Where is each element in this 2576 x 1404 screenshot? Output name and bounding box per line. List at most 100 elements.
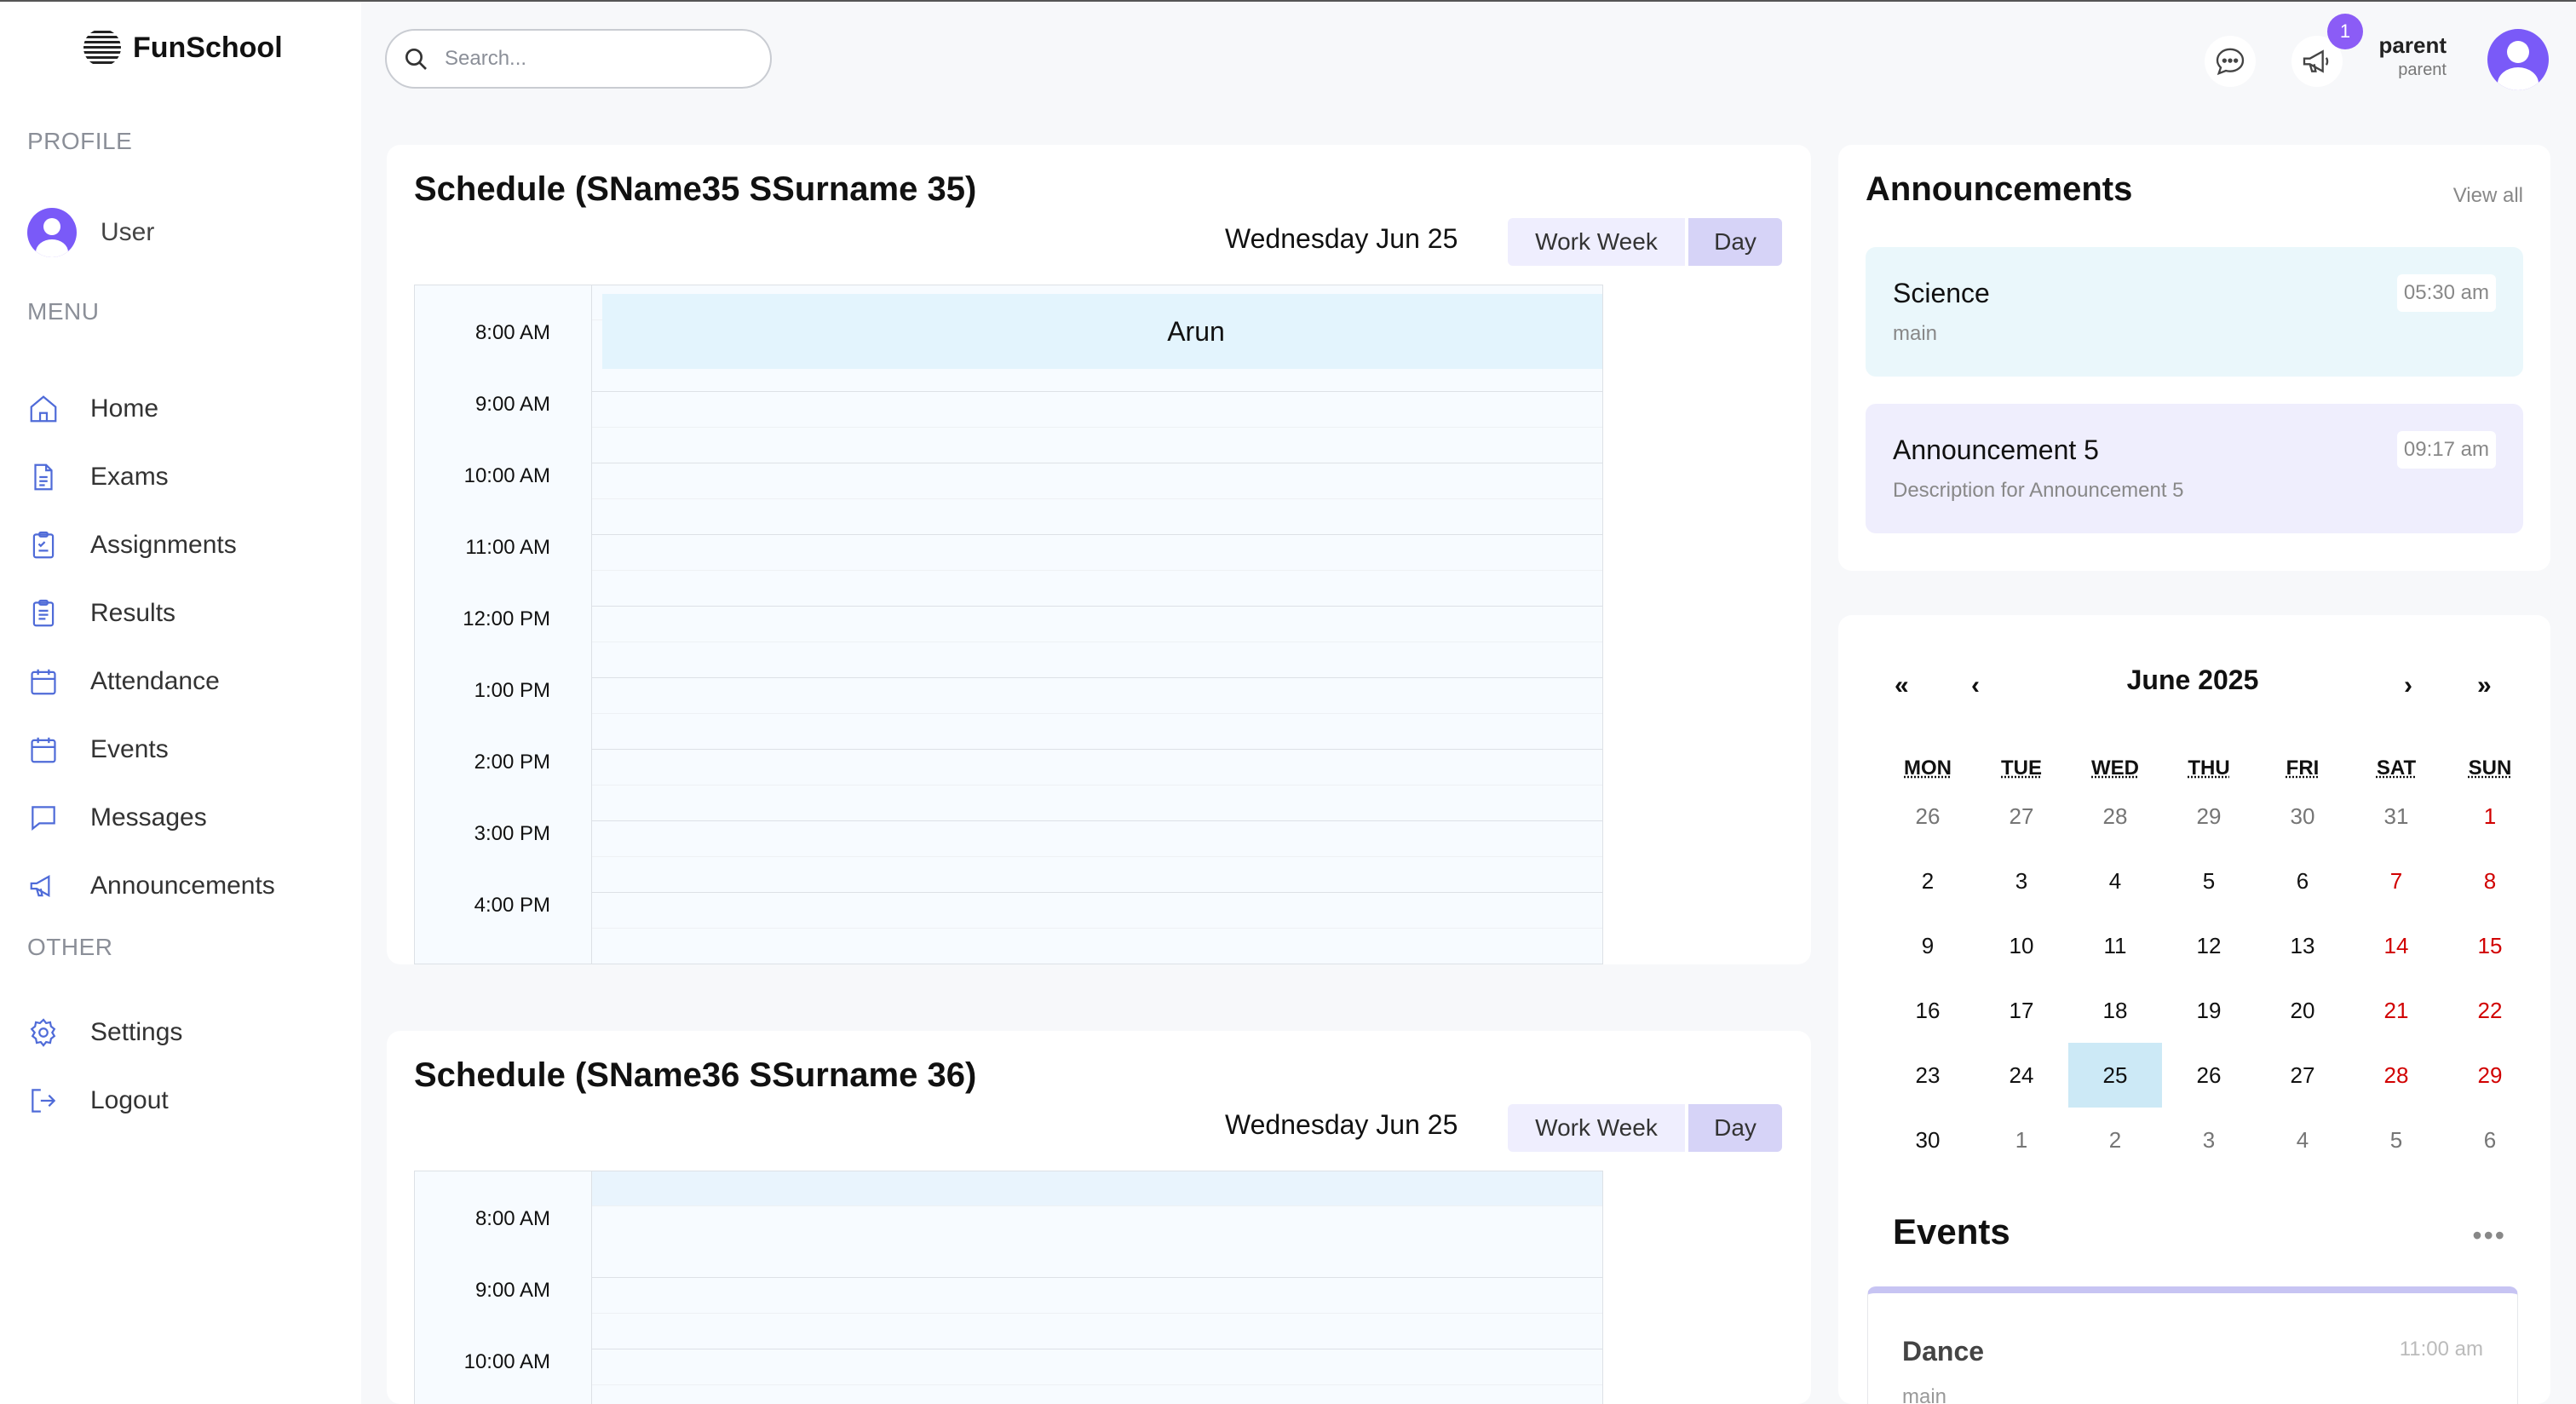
avatar: [27, 208, 77, 257]
calendar-day[interactable]: 22: [2443, 978, 2537, 1043]
calendar-day[interactable]: 24: [1975, 1043, 2068, 1108]
calendar-day[interactable]: 13: [2256, 913, 2349, 978]
calendar-day[interactable]: 23: [1881, 1043, 1975, 1108]
calendar-day[interactable]: 14: [2349, 913, 2443, 978]
day-column[interactable]: [592, 285, 1603, 964]
calendar-day[interactable]: 26: [1881, 784, 1975, 849]
sidebar: FunSchool PROFILE User MENU Home Exams A…: [0, 2, 361, 1404]
calendar-day[interactable]: 3: [1975, 849, 2068, 913]
calendar-day[interactable]: 19: [2162, 978, 2256, 1043]
sidebar-item-messages[interactable]: Messages: [27, 784, 275, 852]
calendar-day[interactable]: 4: [2256, 1108, 2349, 1172]
calendar-day[interactable]: 4: [2068, 849, 2162, 913]
calendar-day[interactable]: 27: [1975, 784, 2068, 849]
event-item[interactable]: Dance 11:00 am main: [1867, 1286, 2518, 1404]
event-description: main: [1902, 1385, 1946, 1404]
time-label: 10:00 AM: [464, 1350, 550, 1374]
sidebar-item-settings[interactable]: Settings: [27, 998, 182, 1067]
time-label: 1:00 PM: [474, 679, 550, 703]
schedule-title: Schedule (SName35 SSurname 35): [414, 170, 976, 209]
next-year-button[interactable]: »: [2477, 671, 2492, 700]
calendar-icon: [27, 665, 60, 698]
work-week-view-button[interactable]: Work Week: [1508, 218, 1685, 266]
schedule-event[interactable]: Arun: [602, 294, 1603, 369]
calendar-day[interactable]: 31: [2349, 784, 2443, 849]
sidebar-item-announcements[interactable]: Announcements: [27, 852, 275, 920]
calendar-day[interactable]: 12: [2162, 913, 2256, 978]
calendar-day[interactable]: 2: [1881, 849, 1975, 913]
calendar-day[interactable]: 3: [2162, 1108, 2256, 1172]
announcement-title: Science: [1893, 278, 1990, 309]
calendar-day[interactable]: 6: [2443, 1108, 2537, 1172]
view-all-link[interactable]: View all: [2453, 184, 2523, 208]
sidebar-item-assignments[interactable]: Assignments: [27, 511, 275, 579]
sidebar-item-logout[interactable]: Logout: [27, 1067, 182, 1135]
event-time: 11:00 am: [2400, 1338, 2483, 1361]
time-label: 2:00 PM: [474, 751, 550, 774]
calendar-day[interactable]: 30: [2256, 784, 2349, 849]
calendar-day[interactable]: 21: [2349, 978, 2443, 1043]
calendar-day[interactable]: 1: [1975, 1108, 2068, 1172]
sidebar-item-attendance[interactable]: Attendance: [27, 647, 275, 716]
view-switcher: Work Week Day: [1508, 218, 1782, 266]
logo[interactable]: FunSchool: [82, 27, 283, 68]
time-label: 4:00 PM: [474, 894, 550, 918]
calendar-day[interactable]: 29: [2162, 784, 2256, 849]
calendar-day[interactable]: 17: [1975, 978, 2068, 1043]
calendar-day[interactable]: 5: [2349, 1108, 2443, 1172]
calendar-day[interactable]: 7: [2349, 849, 2443, 913]
calendar-day[interactable]: 9: [1881, 913, 1975, 978]
calendar-day[interactable]: 1: [2443, 784, 2537, 849]
avatar[interactable]: [2487, 29, 2549, 90]
work-week-view-button[interactable]: Work Week: [1508, 1104, 1685, 1152]
calendar-day[interactable]: 2: [2068, 1108, 2162, 1172]
schedule-card: Schedule (SName36 SSurname 36) Wednesday…: [387, 1031, 1811, 1404]
calendar-day[interactable]: 28: [2349, 1043, 2443, 1108]
calendar-day[interactable]: 27: [2256, 1043, 2349, 1108]
app-name: FunSchool: [133, 32, 283, 65]
messages-button[interactable]: [2205, 36, 2256, 87]
schedule-grid: 8:00 AM 9:00 AM 10:00 AM: [414, 1171, 1603, 1404]
calendar-day[interactable]: 29: [2443, 1043, 2537, 1108]
sidebar-item-label: User: [101, 218, 154, 247]
schedule-grid: 8:00 AM 9:00 AM 10:00 AM 11:00 AM 12:00 …: [414, 285, 1603, 964]
sidebar-item-label: Settings: [90, 1018, 182, 1047]
calendar-day[interactable]: 6: [2256, 849, 2349, 913]
more-options-icon[interactable]: •••: [2472, 1220, 2506, 1252]
calendar-month-label[interactable]: June 2025: [1838, 665, 2547, 696]
day-column[interactable]: [592, 1171, 1603, 1404]
time-column: 8:00 AM 9:00 AM 10:00 AM: [415, 1171, 592, 1404]
time-label: 8:00 AM: [475, 1207, 550, 1231]
day-view-button[interactable]: Day: [1688, 1104, 1782, 1152]
announcement-description: Description for Announcement 5: [1893, 479, 2184, 503]
logout-icon: [27, 1085, 60, 1117]
sidebar-item-exams[interactable]: Exams: [27, 443, 275, 511]
window-top-border: [0, 0, 2576, 2]
search-input[interactable]: [445, 47, 751, 71]
calendar-day[interactable]: 15: [2443, 913, 2537, 978]
calendar-day[interactable]: 18: [2068, 978, 2162, 1043]
calendar-day[interactable]: 30: [1881, 1108, 1975, 1172]
calendar-day[interactable]: 28: [2068, 784, 2162, 849]
next-month-button[interactable]: ›: [2404, 671, 2412, 700]
weekday-header: MON: [1881, 757, 1975, 780]
user-role: parent: [2379, 60, 2447, 80]
calendar-day[interactable]: 11: [2068, 913, 2162, 978]
search-icon: [402, 45, 429, 72]
calendar-day[interactable]: 8: [2443, 849, 2537, 913]
calendar-day[interactable]: 16: [1881, 978, 1975, 1043]
calendar-day[interactable]: 25: [2068, 1043, 2162, 1108]
calendar-day[interactable]: 10: [1975, 913, 2068, 978]
calendar-day[interactable]: 26: [2162, 1043, 2256, 1108]
announcement-item[interactable]: Announcement 5 Description for Announcem…: [1866, 404, 2523, 533]
sidebar-item-events[interactable]: Events: [27, 716, 275, 784]
sidebar-item-user[interactable]: User: [27, 208, 154, 257]
day-view-button[interactable]: Day: [1688, 218, 1782, 266]
calendar-day[interactable]: 20: [2256, 978, 2349, 1043]
calendar-day[interactable]: 5: [2162, 849, 2256, 913]
sidebar-item-home[interactable]: Home: [27, 375, 275, 443]
events-title: Events: [1893, 1211, 2010, 1252]
sidebar-item-label: Messages: [90, 803, 207, 832]
announcement-item[interactable]: Science main 05:30 am: [1866, 247, 2523, 377]
sidebar-item-results[interactable]: Results: [27, 579, 275, 647]
